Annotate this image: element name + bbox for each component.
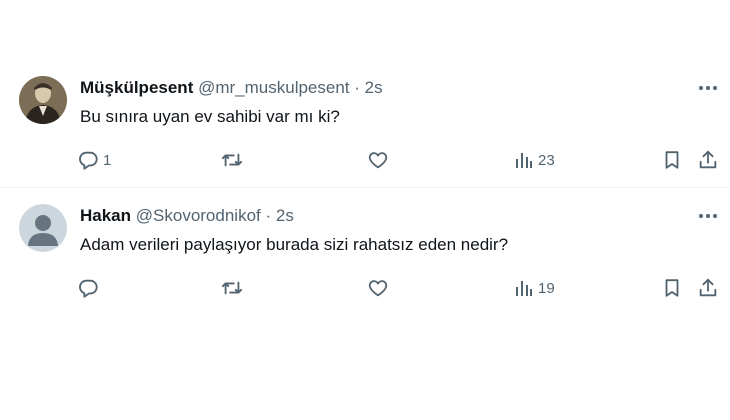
bookmark-button[interactable] [661,148,683,172]
more-icon[interactable] [696,76,720,100]
reply-count: 1 [103,151,112,169]
avatar[interactable] [19,76,67,124]
reply-icon [77,277,99,299]
views-button[interactable]: 19 [514,276,555,300]
tweet-header: Hakan @Skovorodnikof · 2s [80,206,294,226]
more-icon[interactable] [696,204,720,228]
views-icon [514,150,534,170]
bookmark-icon [661,149,683,171]
display-name[interactable]: Müşkülpesent [80,78,193,97]
timestamp[interactable]: 2s [276,206,294,225]
views-button[interactable]: 23 [514,148,555,172]
reply-button[interactable]: 1 [77,148,111,172]
retweet-button[interactable] [221,148,243,172]
tweet-text: Bu sınıra uyan ev sahibi var mı ki? [80,107,340,126]
share-icon [697,149,719,171]
tweet[interactable]: Hakan @Skovorodnikof · 2s Adam verileri … [0,188,730,315]
bookmark-button[interactable] [661,276,683,300]
views-count: 23 [538,151,555,169]
share-button[interactable] [697,276,719,300]
views-icon [514,278,534,298]
retweet-icon [221,149,243,171]
tweet-text: Adam verileri paylaşıyor burada sizi rah… [80,235,509,254]
reply-icon [77,149,99,171]
like-button[interactable] [367,276,389,300]
separator-dot: · [354,78,360,97]
share-icon [697,277,719,299]
bookmark-icon [661,277,683,299]
display-name[interactable]: Hakan [80,206,131,225]
share-button[interactable] [697,148,719,172]
views-count: 19 [538,279,555,297]
action-bar: 19 [0,276,730,300]
avatar[interactable] [19,204,67,252]
separator-dot: · [265,206,272,225]
user-handle[interactable]: @mr_muskulpesent [198,78,349,97]
like-button[interactable] [367,148,389,172]
timestamp[interactable]: 2s [365,78,383,97]
action-bar: 1 23 [0,148,730,172]
user-handle[interactable]: @Skovorodnikof [136,206,261,225]
retweet-icon [221,277,243,299]
like-icon [367,149,389,171]
reply-button[interactable] [77,276,103,300]
tweet[interactable]: Müşkülpesent @mr_muskulpesent · 2s Bu sı… [0,60,730,187]
tweet-header: Müşkülpesent @mr_muskulpesent · 2s [80,78,383,98]
like-icon [367,277,389,299]
retweet-button[interactable] [221,276,243,300]
